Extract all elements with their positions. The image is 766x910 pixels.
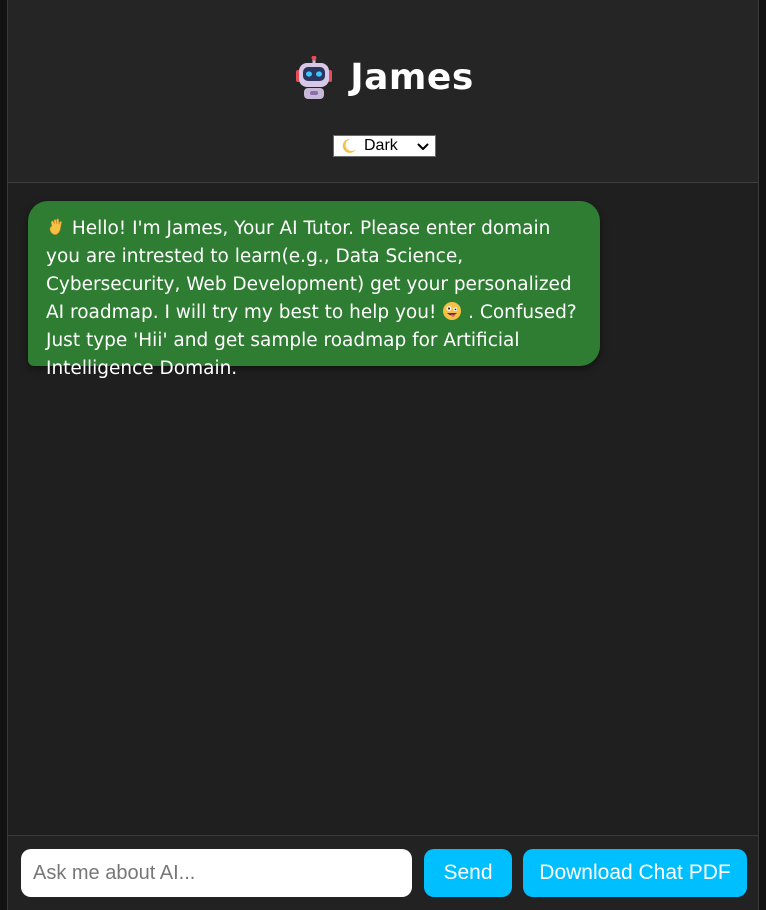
bot-message: Hello! I'm James, Your AI Tutor. Please …	[28, 201, 600, 379]
zany-face-icon	[443, 302, 462, 320]
chat-footer: Send Download Chat PDF	[8, 835, 758, 910]
theme-select[interactable]: Dark	[333, 135, 436, 157]
chevron-down-icon	[417, 143, 429, 150]
robot-icon	[296, 56, 333, 99]
page-title: James	[350, 57, 474, 98]
send-button[interactable]: Send	[424, 849, 512, 897]
chat-input[interactable]	[21, 849, 412, 897]
waving-hand-icon	[49, 218, 62, 235]
crescent-moon-icon	[342, 138, 356, 153]
chat-header: James Dark	[8, 0, 758, 183]
message-list: Hello! I'm James, Your AI Tutor. Please …	[8, 183, 758, 835]
chat-app: James Dark Hello! I'm James, Your AI Tut…	[7, 0, 759, 910]
title-row: James	[8, 56, 758, 100]
theme-select-value: Dark	[364, 137, 398, 154]
download-pdf-button[interactable]: Download Chat PDF	[523, 849, 747, 897]
